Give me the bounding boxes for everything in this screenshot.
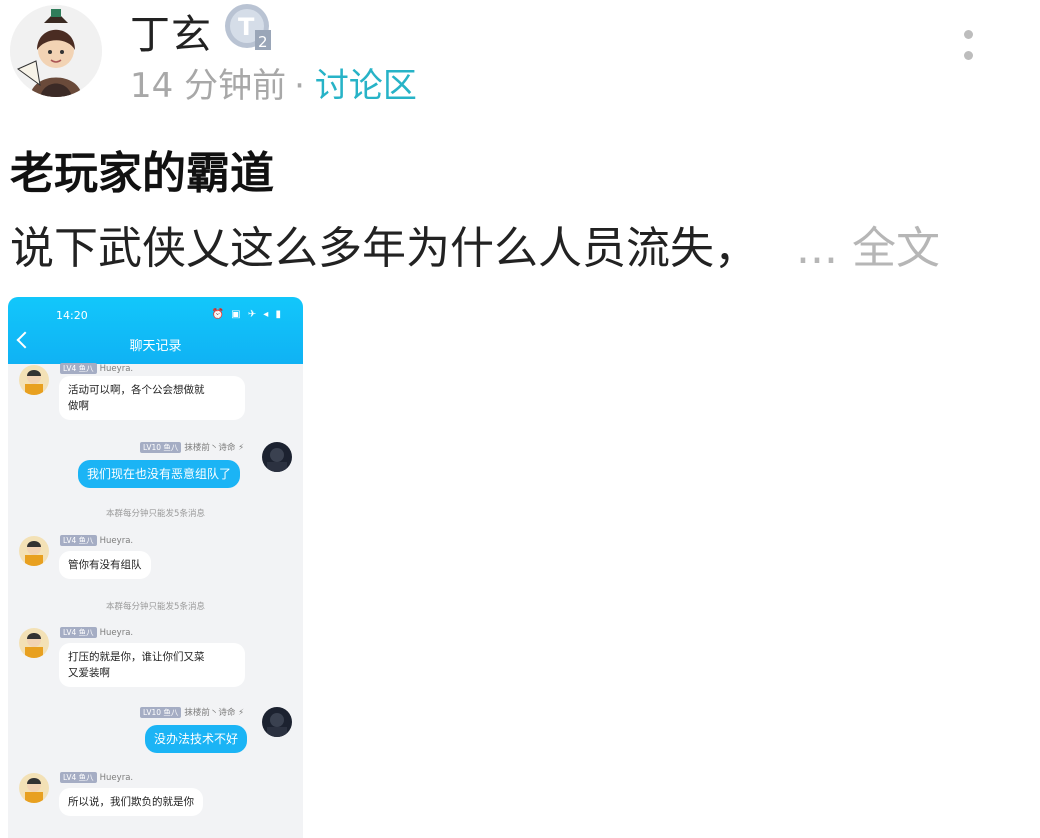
post-excerpt[interactable]: 说下武侠乂这么多年为什么人员流失， ... 全文: [10, 212, 940, 276]
post-title[interactable]: 老玩家的霸道: [10, 137, 274, 201]
system-notice: 本群每分钟只能发5条消息: [106, 509, 205, 519]
level-badge-icon: T 2: [223, 2, 273, 52]
chat-bubble-me: 我们现在也没有恶意组队了: [78, 460, 241, 488]
chat-avatar: [19, 365, 49, 395]
svg-text:T: T: [238, 13, 255, 41]
chat-bubble: 所以说，我们欺负的就是你: [59, 788, 203, 816]
status-bar-icons: ⏰ ▣ ✈ ◂ ▮: [211, 309, 283, 320]
more-options-icon[interactable]: [955, 30, 981, 70]
chat-nickname: LV4 鱼八 Hueyra.: [60, 627, 133, 638]
chat-avatar-me: [262, 707, 292, 737]
chat-avatar-me: [262, 442, 292, 472]
chat-nickname: LV10 鱼八 抹楼前丶诗命 ⚡: [140, 706, 244, 718]
author-name[interactable]: 丁玄: [130, 2, 212, 60]
chat-title: 聊天记录: [129, 339, 182, 354]
full-text-link[interactable]: ... 全文: [796, 223, 940, 274]
chat-header: 14:20 ⏰ ▣ ✈ ◂ ▮ 聊天记录: [8, 297, 303, 364]
chat-nickname: LV4 鱼八 Hueyra.: [60, 363, 133, 374]
chat-nickname: LV4 鱼八 Hueyra.: [60, 535, 133, 546]
chat-bubble: 活动可以啊，各个公会想做就 做啊: [59, 376, 245, 420]
chat-avatar: [19, 536, 49, 566]
status-bar-time: 14:20: [56, 309, 88, 322]
chat-avatar: [19, 773, 49, 803]
forum-link[interactable]: 讨论区: [315, 66, 417, 106]
author-avatar[interactable]: [10, 5, 102, 97]
meta-separator: ·: [294, 66, 305, 106]
excerpt-text: 说下武侠乂这么多年为什么人员流失，: [10, 223, 758, 274]
chat-bubble-me: 没办法技术不好: [145, 725, 248, 753]
chat-nickname: LV4 鱼八 Hueyra.: [60, 772, 133, 783]
chat-avatar: [19, 628, 49, 658]
chat-bubble: 管你有没有组队: [59, 551, 151, 579]
post-time: 14 分钟前: [130, 66, 287, 106]
author-avatar-illustration: [10, 5, 102, 97]
system-notice: 本群每分钟只能发5条消息: [106, 602, 205, 612]
chat-nickname: LV10 鱼八 抹楼前丶诗命 ⚡: [140, 441, 244, 453]
post-meta: 14 分钟前 · 讨论区: [130, 58, 417, 107]
svg-text:2: 2: [258, 33, 268, 51]
attached-screenshot[interactable]: 14:20 ⏰ ▣ ✈ ◂ ▮ 聊天记录 LV4 鱼八 Hueyra. 活动可以啊…: [8, 297, 303, 838]
chat-bubble: 打压的就是你，谁让你们又菜 又爱装啊: [59, 643, 245, 687]
